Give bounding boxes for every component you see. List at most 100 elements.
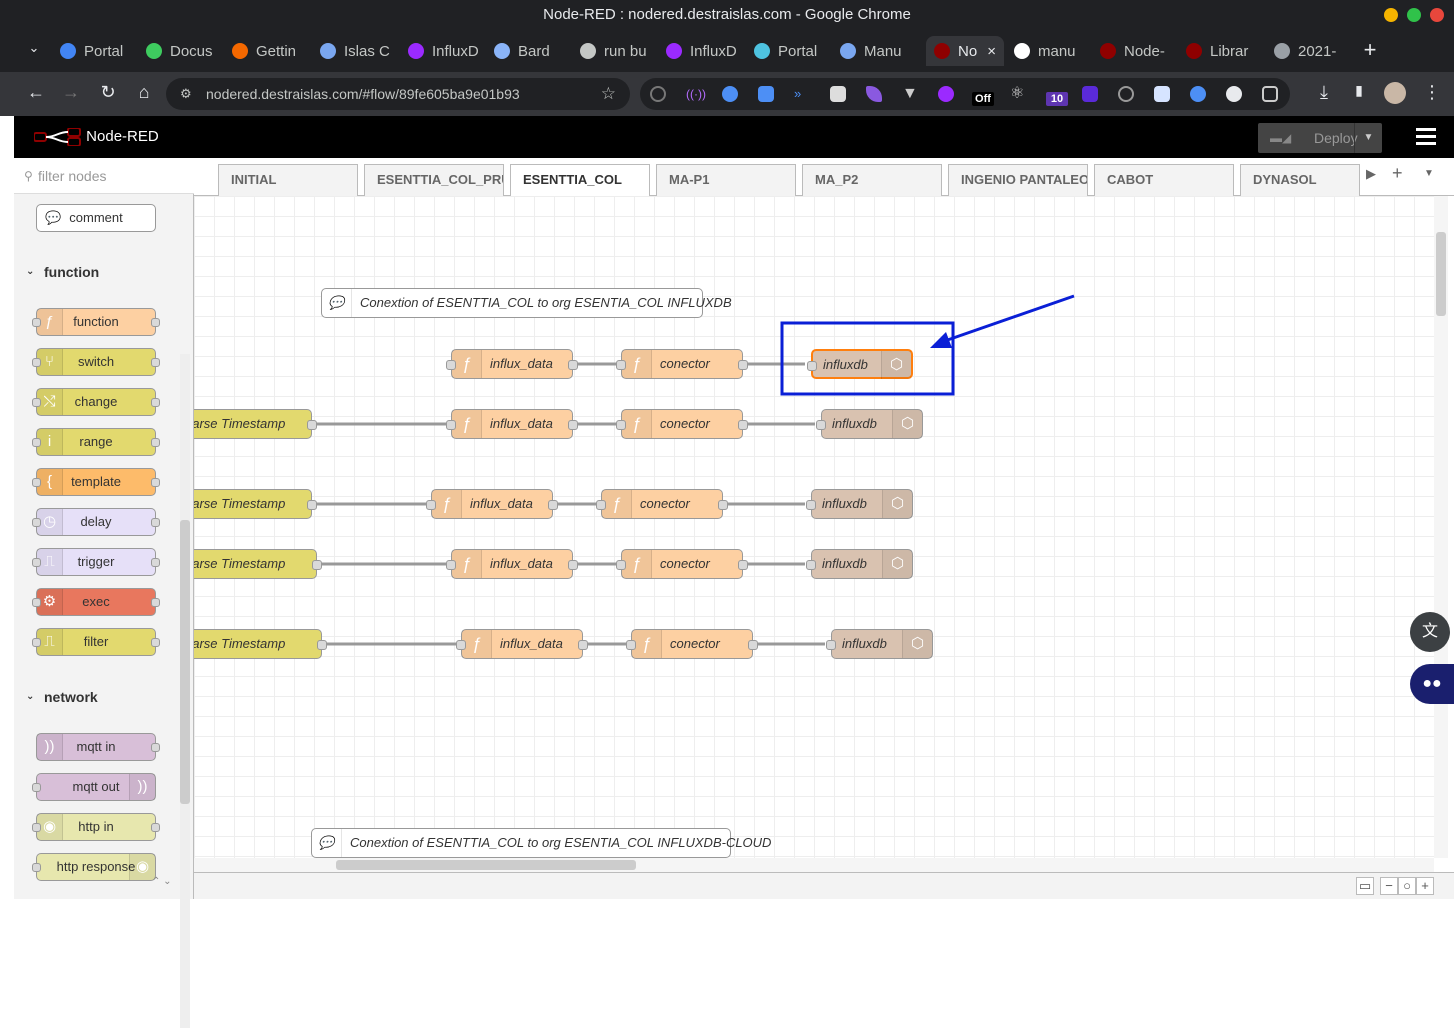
output-port[interactable] [738,420,748,430]
palette-node-delay[interactable]: ◷ delay [32,508,160,536]
output-port[interactable] [568,420,578,430]
deploy-dropdown-caret[interactable]: ▼ [1354,123,1382,153]
output-port[interactable] [307,420,317,430]
influx-data-node[interactable]: ƒ influx_data [426,489,558,519]
parse-timestamp-node[interactable]: parse Timestamp [194,489,317,519]
scroll-tabs-right-icon[interactable]: ▶ [1366,166,1376,182]
output-port[interactable] [317,640,327,650]
workspace-tab[interactable]: ESENTTIA_COL_PRUEB [364,164,504,196]
influx-data-node[interactable]: ƒ influx_data [446,349,578,379]
palette-node-filter[interactable]: ⎍ filter [32,628,160,656]
palette-node-function[interactable]: ƒ function [32,308,160,336]
palette-node-template[interactable]: {template [32,468,160,496]
browser-tab[interactable]: run bu [580,36,650,66]
influxdb-node[interactable]: ⬡ influxdb [826,629,933,659]
parse-timestamp-node[interactable]: parse Timestamp [194,409,317,439]
influxdb-node[interactable]: ⬡ influxdb [806,549,913,579]
palette-node-http-response[interactable]: ◉ http response [32,853,156,881]
output-port[interactable] [578,640,588,650]
extension-icon[interactable] [1118,86,1134,102]
input-port[interactable] [446,360,456,370]
conector-node[interactable]: ƒ conector [626,629,758,659]
parse-timestamp-node[interactable]: parse Timestamp [194,629,327,659]
browser-tab[interactable]: InfluxD [666,36,736,66]
zoom-out-button[interactable]: − [1380,877,1398,895]
palette-node-switch[interactable]: ⑂ switch [32,348,160,376]
extension-icon[interactable] [1226,86,1242,102]
flow-canvas[interactable]: 💬 Conextion of ESENTTIA_COL to org ESENT… [194,196,1434,858]
browser-tab[interactable]: Portal [60,36,130,66]
palette-scrollbar[interactable] [180,354,190,1028]
conector-node[interactable]: ƒ conector [596,489,728,519]
conector-node[interactable]: ƒ conector [616,349,748,379]
browser-tab[interactable]: Islas C [320,36,390,66]
browser-tab[interactable]: Manu [840,36,910,66]
input-port[interactable] [616,360,626,370]
output-port[interactable] [738,560,748,570]
extension-icon[interactable]: ((·)) [686,86,706,102]
extension-icon[interactable] [650,86,666,102]
conector-node[interactable]: ƒ conector [616,409,748,439]
off-badge[interactable]: Off [972,92,994,106]
side-panel-icon[interactable]: ▮ [1347,82,1371,99]
input-port[interactable] [806,560,816,570]
new-tab-button[interactable]: + [1358,37,1382,63]
influx-data-node[interactable]: ƒ influx_data [456,629,588,659]
download-icon[interactable]: ⤓ [1312,82,1336,103]
output-port[interactable] [548,500,558,510]
add-flow-button[interactable]: + [1392,163,1403,184]
zoom-in-button[interactable]: + [1416,877,1434,895]
extension-icon[interactable] [866,86,882,102]
translate-floating-icon[interactable]: 文 [1410,612,1450,652]
input-port[interactable] [456,640,466,650]
influxdb-node[interactable]: ⬡ influxdb [807,349,913,379]
palette-node-mqtt-out[interactable]: )) mqtt out [32,773,156,801]
close-tab-icon[interactable]: × [987,43,996,60]
address-bar[interactable]: ⚙ nodered.destraislas.com/#flow/89fe605b… [166,78,630,110]
site-info-icon[interactable]: ⚙ [180,78,192,110]
palette-category-function[interactable]: ⌄ function [14,253,179,291]
count-badge[interactable]: 10 [1046,92,1068,106]
back-button[interactable]: ← [24,82,48,103]
home-button[interactable]: ⌂ [132,82,156,103]
workspace-tab[interactable]: CABOT [1094,164,1234,196]
browser-tab[interactable]: manu [1014,36,1084,66]
extension-icon[interactable] [830,86,846,102]
input-port[interactable] [616,420,626,430]
parse-timestamp-node[interactable]: parse Timestamp [194,549,322,579]
extensions-puzzle-icon[interactable] [1262,86,1278,102]
browser-tab[interactable]: No × [926,36,1004,66]
profile-avatar[interactable] [1384,82,1406,104]
vue-devtools-icon[interactable]: ▼ [902,86,918,102]
extension-icon[interactable] [722,86,738,102]
palette-collapse-buttons[interactable]: ⌃ ⌄ [152,876,172,887]
palette-node-trigger[interactable]: ⎍ trigger [32,548,160,576]
extension-icon[interactable]: » [794,86,810,102]
output-port[interactable] [738,360,748,370]
palette-node-mqtt-in[interactable]: )) mqtt in [36,733,160,761]
browser-tab[interactable]: 2021- [1274,36,1344,66]
workspace-tab[interactable]: DYNASOL [1240,164,1360,196]
output-port[interactable] [748,640,758,650]
input-port[interactable] [426,500,436,510]
forward-button[interactable]: → [59,82,83,103]
reload-button[interactable]: ↻ [96,82,120,103]
input-port[interactable] [807,361,817,371]
close-window-button[interactable] [1430,8,1444,22]
browser-tab[interactable]: InfluxD [408,36,478,66]
flow-comment-top[interactable]: 💬 Conextion of ESENTTIA_COL to org ESENT… [321,288,732,318]
input-port[interactable] [596,500,606,510]
palette-node-comment[interactable]: 💬 comment [36,204,156,232]
tab-search-button[interactable]: ⌄ [22,40,46,56]
input-port[interactable] [616,560,626,570]
input-port[interactable] [816,420,826,430]
assistant-floating-icon[interactable]: ●● [1410,664,1454,704]
browser-tab[interactable]: Node- [1100,36,1170,66]
browser-tab[interactable]: Bard [494,36,564,66]
maximize-button[interactable] [1407,8,1421,22]
palette-category-network[interactable]: ⌄ network [14,678,179,716]
browser-tab[interactable]: Librar [1186,36,1256,66]
zoom-reset-button[interactable]: ○ [1398,877,1416,895]
workspace-tab[interactable]: MA-P1 [656,164,796,196]
browser-tab[interactable]: Docus [146,36,216,66]
